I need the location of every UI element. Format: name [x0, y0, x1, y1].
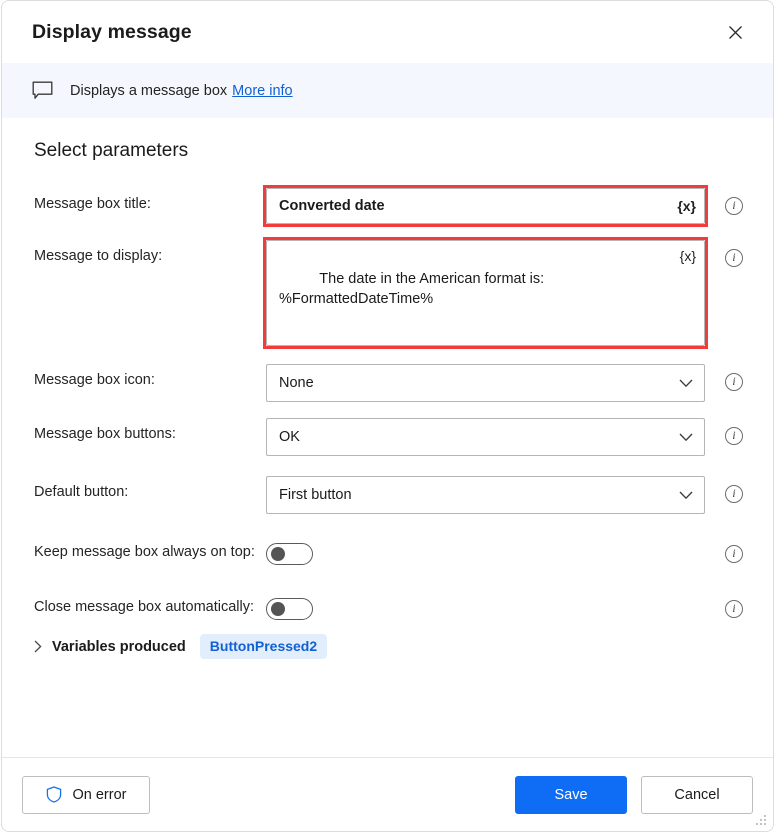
info-icon-message-box-icon[interactable]: i	[725, 373, 743, 391]
message-box-title-input[interactable]: Converted date {x}	[266, 188, 705, 224]
message-box-title-value: Converted date	[279, 198, 385, 214]
cancel-button[interactable]: Cancel	[641, 775, 753, 814]
field-row-default-button: Default button: First button i	[34, 476, 743, 514]
parameters-panel: Select parameters Message box title: Con…	[2, 118, 773, 757]
close-button[interactable]	[715, 14, 755, 50]
label-message-to-display: Message to display:	[34, 248, 163, 264]
close-icon	[728, 25, 742, 39]
message-box-buttons-field-wrap: OK	[266, 418, 705, 456]
field-row-keep-always-on-top: Keep message box always on top: i	[34, 536, 743, 565]
field-row-message-box-buttons: Message box buttons: OK i	[34, 418, 743, 456]
message-box-icon-select[interactable]: None	[266, 364, 705, 402]
message-box-icon-value: None	[279, 375, 314, 391]
label-message-box-icon: Message box icon:	[34, 372, 155, 388]
field-row-message-box-icon: Message box icon: None i	[34, 364, 743, 402]
variables-produced-label: Variables produced	[52, 638, 186, 655]
shield-icon	[46, 786, 63, 803]
info-icon-message-box-buttons[interactable]: i	[725, 427, 743, 445]
display-message-dialog: Display message Displays a message box M…	[1, 0, 774, 832]
field-row-close-automatically: Close message box automatically: i	[34, 591, 743, 620]
variable-chip-buttonpressed2[interactable]: ButtonPressed2	[199, 634, 328, 659]
message-box-buttons-select[interactable]: OK	[266, 418, 705, 456]
chevron-down-icon	[679, 430, 693, 444]
message-to-display-input[interactable]: The date in the American format is: %For…	[266, 240, 705, 346]
message-bubble-icon	[32, 80, 54, 102]
field-row-message-to-display: Message to display: The date in the Amer…	[34, 237, 743, 349]
section-title: Select parameters	[34, 140, 189, 161]
label-keep-always-on-top: Keep message box always on top:	[34, 544, 255, 560]
default-button-field-wrap: First button	[266, 476, 705, 514]
save-button[interactable]: Save	[515, 775, 627, 814]
more-info-link[interactable]: More info	[232, 83, 292, 99]
resize-grip-icon[interactable]	[755, 814, 768, 827]
dialog-titlebar: Display message	[2, 1, 773, 63]
toggle-knob	[271, 547, 285, 561]
field-row-message-box-title: Message box title: Converted date {x} i	[34, 185, 743, 227]
variable-picker-button[interactable]: {x}	[677, 198, 696, 214]
info-icon-keep-always-on-top[interactable]: i	[725, 545, 743, 563]
message-to-display-field-wrap: The date in the American format is: %For…	[263, 237, 708, 349]
chevron-right-icon[interactable]	[34, 640, 42, 653]
action-description-banner: Displays a message box More info	[2, 63, 773, 118]
chevron-down-icon	[679, 488, 693, 502]
message-box-buttons-value: OK	[279, 429, 300, 445]
info-icon-close-automatically[interactable]: i	[725, 600, 743, 618]
close-automatically-toggle[interactable]	[266, 598, 313, 620]
info-icon-default-button[interactable]: i	[725, 485, 743, 503]
chevron-down-icon	[679, 376, 693, 390]
on-error-button[interactable]: On error	[22, 775, 150, 814]
label-default-button: Default button:	[34, 484, 129, 500]
keep-always-on-top-toggle[interactable]	[266, 543, 313, 565]
variables-produced-row[interactable]: Variables produced ButtonPressed2	[34, 634, 743, 659]
message-box-icon-field-wrap: None	[266, 364, 705, 402]
dialog-title: Display message	[32, 20, 192, 43]
on-error-label: On error	[72, 786, 127, 803]
close-automatically-wrap	[266, 591, 705, 620]
default-button-select[interactable]: First button	[266, 476, 705, 514]
label-message-box-buttons: Message box buttons:	[34, 426, 176, 442]
info-icon-message-box-title[interactable]: i	[725, 197, 743, 215]
keep-always-on-top-wrap	[266, 536, 705, 565]
dialog-footer: On error Save Cancel	[2, 757, 773, 831]
message-box-title-field-wrap: Converted date {x}	[263, 185, 708, 227]
label-close-automatically: Close message box automatically:	[34, 599, 255, 615]
info-icon-message-to-display[interactable]: i	[725, 249, 743, 267]
variable-picker-button[interactable]: {x}	[680, 248, 696, 264]
toggle-knob	[271, 602, 285, 616]
banner-description: Displays a message box	[70, 82, 228, 99]
message-to-display-value: The date in the American format is: %For…	[279, 271, 545, 307]
default-button-value: First button	[279, 487, 352, 503]
label-message-box-title: Message box title:	[34, 196, 151, 212]
